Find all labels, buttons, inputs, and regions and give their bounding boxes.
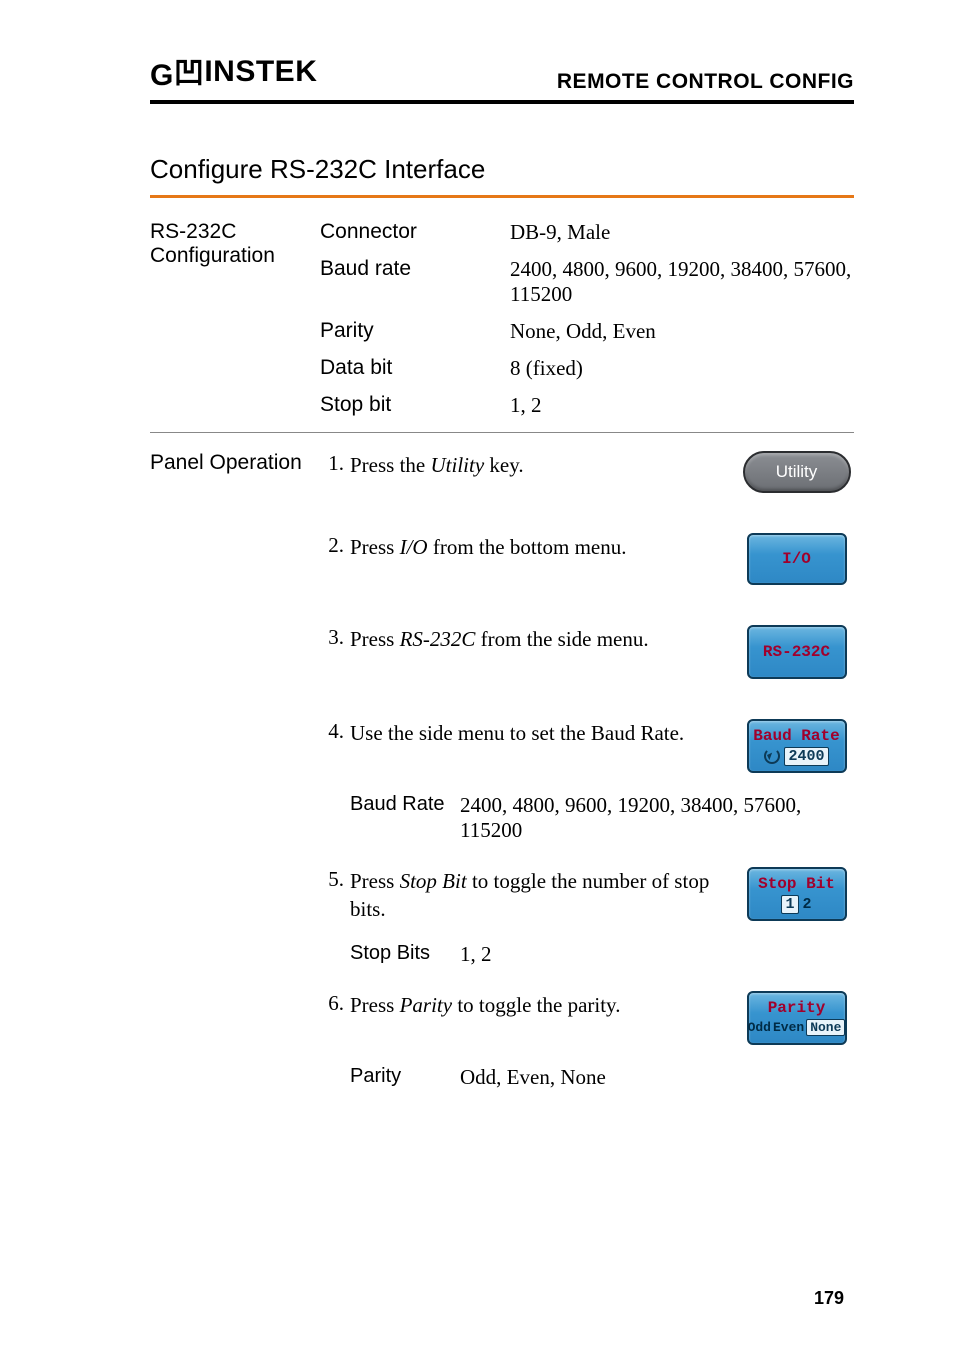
config-row: Connector DB-9, Male (320, 220, 854, 245)
sub-value: 2400, 4800, 9600, 19200, 38400, 57600, 1… (460, 793, 854, 843)
text-fragment: Press (350, 993, 400, 1017)
text-fragment: key. (484, 453, 523, 477)
rs232c-soft-button[interactable]: RS-232C (747, 625, 847, 679)
header-title: REMOTE CONTROL CONFIG (557, 70, 854, 94)
divider-grey (150, 432, 854, 433)
config-value: 8 (fixed) (510, 356, 854, 381)
divider-orange (150, 195, 854, 198)
button-title: Baud Rate (753, 727, 839, 745)
sub-label: Baud Rate (350, 793, 460, 843)
step-number: 3. (320, 625, 350, 650)
option-selected: None (806, 1019, 845, 1036)
text-fragment: Press (350, 535, 400, 559)
config-value: DB-9, Male (510, 220, 854, 245)
section-title: Configure RS-232C Interface (150, 154, 854, 185)
text-fragment: Press (350, 627, 400, 651)
stop-bit-soft-button[interactable]: Stop Bit 1 2 (747, 867, 847, 921)
button-options: 1 2 (781, 895, 811, 914)
config-value: None, Odd, Even (510, 319, 854, 344)
step-text: Press RS-232C from the side menu. (350, 625, 739, 653)
config-label: Data bit (320, 356, 510, 381)
step: 6. Press Parity to toggle the parity. Pa… (320, 991, 854, 1045)
config-label: Parity (320, 319, 510, 344)
step-sub: Baud Rate 2400, 4800, 9600, 19200, 38400… (350, 793, 854, 843)
step-sub: Parity Odd, Even, None (350, 1065, 854, 1090)
step-text: Press I/O from the bottom menu. (350, 533, 739, 561)
page-header: G凹INSTEK REMOTE CONTROL CONFIG (150, 50, 854, 104)
config-row: Parity None, Odd, Even (320, 319, 854, 344)
button-value: 2400 (784, 747, 828, 766)
step-text: Use the side menu to set the Baud Rate. (350, 719, 739, 747)
step: 2. Press I/O from the bottom menu. I/O (320, 533, 854, 585)
step-number: 5. (320, 867, 350, 892)
option: 2 (803, 896, 812, 913)
text-fragment: Press the (350, 453, 431, 477)
text-fragment: to toggle the parity. (452, 993, 620, 1017)
step: 1. Press the Utility key. Utility (320, 451, 854, 493)
baud-rate-soft-button[interactable]: Baud Rate 2400 (747, 719, 847, 773)
step: 5. Press Stop Bit to toggle the number o… (320, 867, 854, 924)
step-text: Press Parity to toggle the parity. (350, 991, 739, 1019)
button-title: Parity (768, 999, 826, 1017)
config-row: Stop bit 1, 2 (320, 393, 854, 418)
text-fragment: from the side menu. (475, 627, 648, 651)
button-value-row: 2400 (764, 747, 828, 766)
config-heading: RS-232C Configuration (150, 220, 320, 268)
button-label: I/O (782, 550, 811, 568)
step-text: Press Stop Bit to toggle the number of s… (350, 867, 739, 924)
button-label: RS-232C (763, 643, 830, 661)
config-value: 2400, 4800, 9600, 19200, 38400, 57600, 1… (510, 257, 854, 307)
text-italic: I/O (400, 535, 428, 559)
sub-label: Stop Bits (350, 942, 460, 967)
button-title: Stop Bit (758, 875, 835, 893)
sub-label: Parity (350, 1065, 460, 1090)
step-sub: Stop Bits 1, 2 (350, 942, 854, 967)
option: Even (773, 1020, 804, 1035)
option: Odd (748, 1020, 771, 1035)
option-selected: 1 (781, 895, 798, 914)
text-italic: Parity (400, 993, 453, 1017)
logo-text-suffix: INSTEK (204, 55, 317, 89)
step-number: 6. (320, 991, 350, 1016)
text-italic: Stop Bit (400, 869, 467, 893)
config-row: Baud rate 2400, 4800, 9600, 19200, 38400… (320, 257, 854, 307)
step-number: 2. (320, 533, 350, 558)
panel-operation-block: Panel Operation 1. Press the Utility key… (150, 451, 854, 1090)
step-number: 4. (320, 719, 350, 744)
io-soft-button[interactable]: I/O (747, 533, 847, 585)
step-text: Press the Utility key. (350, 451, 739, 479)
text-fragment: Press (350, 869, 400, 893)
sub-value: 1, 2 (460, 942, 854, 967)
sub-value: Odd, Even, None (460, 1065, 854, 1090)
step: 3. Press RS-232C from the side menu. RS-… (320, 625, 854, 679)
config-row: Data bit 8 (fixed) (320, 356, 854, 381)
button-label: Utility (776, 462, 818, 482)
config-value: 1, 2 (510, 393, 854, 418)
logo-text-prefix: G凹 (150, 50, 204, 94)
utility-key-button[interactable]: Utility (743, 451, 851, 493)
rotate-icon (764, 748, 780, 764)
brand-logo: G凹INSTEK (150, 50, 317, 94)
config-label: Stop bit (320, 393, 510, 418)
page-number: 179 (814, 1288, 844, 1309)
config-label: Baud rate (320, 257, 510, 307)
step: 4. Use the side menu to set the Baud Rat… (320, 719, 854, 773)
parity-soft-button[interactable]: Parity Odd Even None (747, 991, 847, 1045)
config-block: RS-232C Configuration Connector DB-9, Ma… (150, 220, 854, 422)
text-fragment: from the bottom menu. (428, 535, 627, 559)
config-label: Connector (320, 220, 510, 245)
step-number: 1. (320, 451, 350, 476)
text-italic: RS-232C (400, 627, 476, 651)
panel-heading: Panel Operation (150, 451, 320, 475)
text-italic: Utility (431, 453, 485, 477)
button-options: Odd Even None (748, 1019, 846, 1036)
